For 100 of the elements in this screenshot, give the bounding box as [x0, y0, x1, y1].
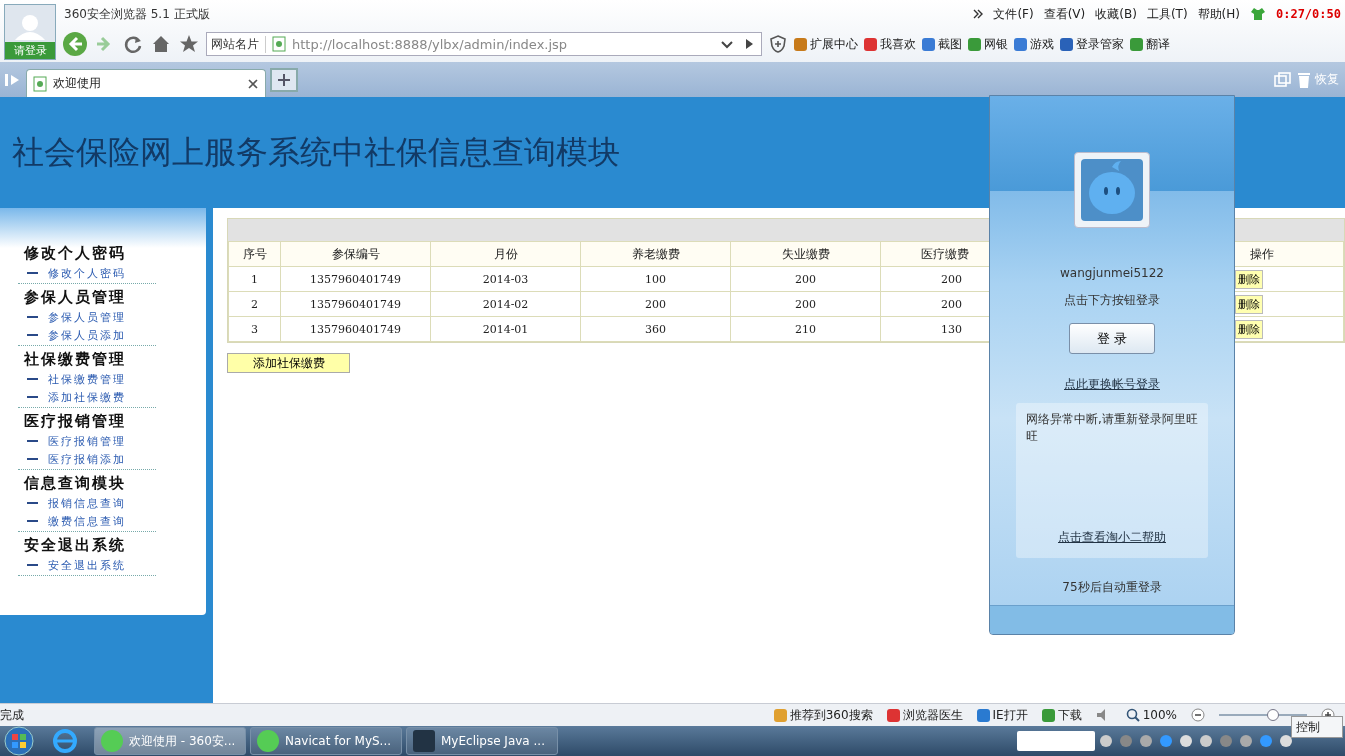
help-link[interactable]: 点击查看淘小二帮助: [1058, 529, 1166, 546]
table-cell: 210: [730, 316, 881, 342]
status-button[interactable]: IE打开: [976, 706, 1028, 724]
table-cell: 2: [228, 291, 281, 317]
menu-item[interactable]: 工具(T): [1146, 5, 1188, 23]
dash-icon: [27, 520, 38, 522]
site-names-button[interactable]: 网站名片: [211, 35, 266, 53]
table-cell: 1357960401749: [280, 316, 431, 342]
table-cell: 200: [580, 291, 731, 317]
sidebar-link[interactable]: 医疗报销管理: [48, 433, 126, 449]
delete-button[interactable]: 删除: [1235, 294, 1263, 314]
page-title: 社会保险网上服务系统中社保信息查询模块: [12, 131, 620, 173]
taskbar-button[interactable]: MyEclipse Java ...: [406, 727, 558, 755]
tray-icon[interactable]: [1259, 734, 1273, 748]
zoom-button[interactable]: 100%: [1125, 708, 1177, 722]
tray-icon[interactable]: [1239, 734, 1253, 748]
sidebar-heading: 医疗报销管理: [24, 411, 127, 432]
hint-text: 点击下方按钮登录: [1064, 292, 1160, 309]
login-button[interactable]: 请登录: [4, 4, 56, 60]
sidebar-link[interactable]: 报销信息查询: [48, 495, 126, 511]
tray-icon[interactable]: [1199, 734, 1213, 748]
status-text: 完成: [0, 706, 24, 724]
status-button[interactable]: 下载: [1041, 706, 1082, 724]
sidebar-link[interactable]: 社保缴费管理: [48, 371, 126, 387]
table-cell: 100: [580, 266, 731, 292]
table-cell: 3: [228, 316, 281, 342]
window-title: 360安全浏览器 5.1 正式版: [64, 5, 210, 23]
menu-item[interactable]: 收藏(B): [1095, 5, 1137, 23]
page-icon[interactable]: [272, 36, 286, 52]
zoom-icon[interactable]: [1125, 708, 1140, 722]
dash-icon: [27, 502, 38, 504]
tray-icon[interactable]: [1139, 734, 1153, 748]
shirt-icon[interactable]: [1249, 7, 1266, 21]
taskbar-button[interactable]: Navicat for MyS...: [250, 727, 402, 755]
tray-icon[interactable]: [1179, 734, 1193, 748]
table-cell: 200: [730, 266, 881, 292]
toolbar-button[interactable]: 扩展中心: [794, 35, 858, 53]
close-icon[interactable]: [247, 77, 259, 90]
search-field[interactable]: [1017, 731, 1095, 751]
star-icon[interactable]: [178, 33, 200, 55]
menu-item[interactable]: 帮助(H): [1197, 5, 1240, 23]
toolbar-button[interactable]: 游戏: [1014, 35, 1054, 53]
countdown-text: 75秒后自动重登录: [1062, 579, 1162, 596]
address-bar[interactable]: 网站名片 http://localhost:8888/ylbx/admin/index.jsp: [206, 32, 762, 56]
delete-button[interactable]: 删除: [1235, 269, 1263, 289]
sidebar-heading: 修改个人密码: [24, 243, 127, 264]
switch-account-link[interactable]: 点此更换帐号登录: [1064, 376, 1160, 393]
dash-icon: [27, 396, 38, 398]
page-icon[interactable]: [33, 75, 47, 92]
table-cell: 2014-03: [430, 266, 581, 292]
table-cell: 2014-01: [430, 316, 581, 342]
sidebar-link[interactable]: 参保人员添加: [48, 327, 126, 343]
sidebar-link[interactable]: 缴费信息查询: [48, 513, 126, 529]
zoom-out-button[interactable]: [1191, 708, 1205, 722]
column-header: 养老缴费: [580, 241, 731, 267]
menu-item[interactable]: 文件(F): [993, 5, 1034, 23]
trash-icon[interactable]: [1296, 70, 1312, 89]
chevron-icon[interactable]: [973, 9, 984, 19]
table-cell: 1: [228, 266, 281, 292]
table-cell: 1357960401749: [280, 291, 431, 317]
status-button[interactable]: 浏览器医生: [886, 706, 963, 724]
timer-text: 0:27/0:50: [1275, 7, 1341, 21]
toolbar-button[interactable]: 我喜欢: [864, 35, 916, 53]
username-text: wangjunmei5122: [1060, 266, 1164, 280]
table-cell: 200: [730, 291, 881, 317]
start-orb-icon[interactable]: [2, 726, 36, 756]
tray-icon[interactable]: [1279, 734, 1293, 748]
sidebar-heading: 社保缴费管理: [24, 349, 127, 370]
add-payment-button[interactable]: 添加社保缴费: [227, 353, 350, 373]
browser-tab[interactable]: 欢迎使用: [26, 69, 266, 97]
new-tab-button[interactable]: [270, 67, 298, 92]
sidebar-heading: 安全退出系统: [24, 535, 127, 556]
windows-icon[interactable]: [1274, 71, 1292, 88]
status-button[interactable]: 推荐到360搜索: [773, 706, 873, 724]
table-cell: 360: [580, 316, 731, 342]
sidebar-link[interactable]: 添加社保缴费: [48, 389, 126, 405]
dash-icon: [27, 316, 38, 318]
dash-icon: [27, 564, 38, 566]
column-header: 月份: [430, 241, 581, 267]
shield-icon[interactable]: [768, 34, 788, 54]
menu-item[interactable]: 查看(V): [1043, 5, 1086, 23]
column-header: 序号: [228, 241, 281, 267]
dash-icon: [27, 378, 38, 380]
sidebar-heading: 参保人员管理: [24, 287, 127, 308]
sidebar-heading: 信息查询模块: [24, 473, 127, 494]
sidebar-link[interactable]: 参保人员管理: [48, 309, 126, 325]
toolbar-button[interactable]: 截图: [922, 35, 962, 53]
slider-thumb[interactable]: [1266, 709, 1279, 721]
toolbar-button[interactable]: 翻译: [1130, 35, 1170, 53]
toolbar-button[interactable]: 网银: [968, 35, 1008, 53]
sidebar-link[interactable]: 医疗报销添加: [48, 451, 126, 467]
delete-button[interactable]: 删除: [1235, 319, 1263, 339]
toolbar-button[interactable]: 登录管家: [1060, 35, 1124, 53]
tray-icon[interactable]: [1159, 734, 1173, 748]
sidebar-link[interactable]: 安全退出系统: [48, 557, 126, 573]
tray-icon[interactable]: [1099, 734, 1113, 748]
sidebar-link[interactable]: 修改个人密码: [48, 265, 126, 281]
login-button[interactable]: 登 录: [1069, 323, 1155, 354]
back-icon[interactable]: [62, 31, 88, 57]
column-header: 失业缴费: [730, 241, 881, 267]
